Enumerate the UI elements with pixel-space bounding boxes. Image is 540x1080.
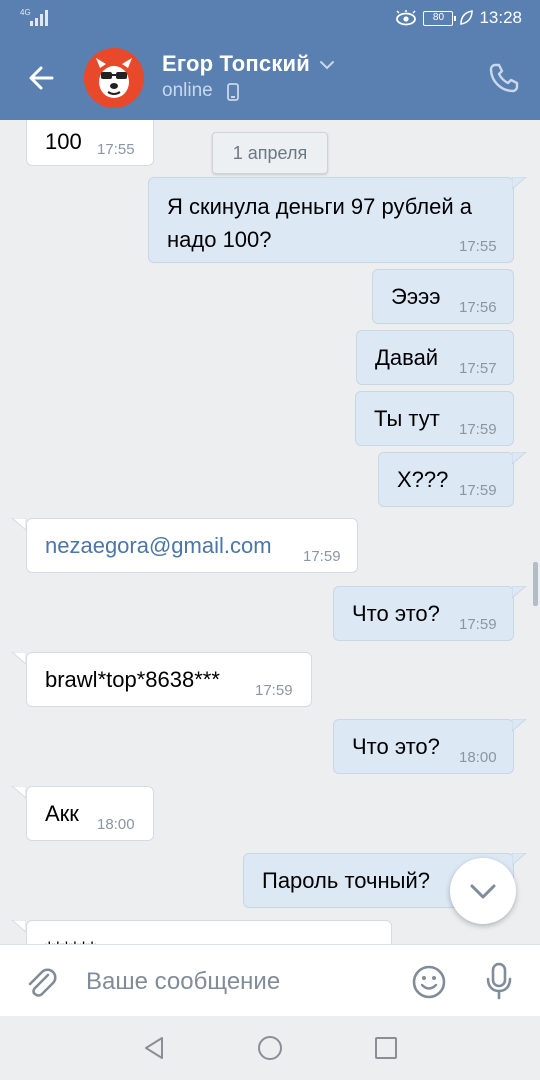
message-text: brawl*top*8638*** xyxy=(45,667,220,692)
message-time: 17:56 xyxy=(459,299,497,316)
message-composer xyxy=(0,944,540,1016)
message-outgoing[interactable]: Давай 17:57 xyxy=(356,330,514,385)
bubble-tail xyxy=(11,920,26,933)
bubble-tail xyxy=(512,452,527,465)
date-divider: 1 апреля xyxy=(212,132,328,174)
message-text: 100 xyxy=(45,129,82,154)
message-time: 17:59 xyxy=(303,548,341,565)
message-text: Ты тут xyxy=(374,406,440,431)
nav-back-icon[interactable] xyxy=(140,1034,168,1062)
bubble-tail xyxy=(11,786,26,799)
message-time: 17:55 xyxy=(459,238,497,255)
chevron-down-icon xyxy=(470,884,496,899)
dog-avatar-icon xyxy=(84,48,144,108)
message-time: 17:59 xyxy=(459,616,497,633)
message-incoming[interactable]: Акк 18:00 xyxy=(26,786,154,841)
emoji-icon[interactable] xyxy=(410,963,448,1001)
message-text: Х??? xyxy=(397,467,449,492)
message-list[interactable]: 100 17:55 1 апреля Я скинула деньги 97 р… xyxy=(0,120,540,944)
status-right: 80 13:28 xyxy=(395,6,522,30)
scrollbar-thumb[interactable] xyxy=(533,562,538,606)
message-text-line2: надо 100? xyxy=(167,227,272,252)
message-time: 18:00 xyxy=(97,816,135,833)
message-time: 18:00 xyxy=(459,749,497,766)
bubble-tail xyxy=(512,719,527,732)
status-bar: 4G 80 13:28 xyxy=(0,0,540,36)
message-text: Что это? xyxy=(352,601,440,626)
message-text-line1: Я скинула деньги 97 рублей а xyxy=(167,194,473,219)
online-status: online xyxy=(162,80,213,101)
system-navigation-bar xyxy=(0,1016,540,1080)
message-outgoing[interactable]: Ээээ 17:56 xyxy=(372,269,514,324)
leaf-icon xyxy=(460,10,474,25)
message-time: 17:59 xyxy=(255,682,293,699)
message-incoming[interactable]: 100 17:55 xyxy=(26,120,154,166)
message-text: Давай xyxy=(375,345,439,370)
nav-home-icon[interactable] xyxy=(256,1034,284,1062)
nav-recent-icon[interactable] xyxy=(372,1034,400,1062)
back-arrow-icon[interactable] xyxy=(22,58,62,98)
message-text: Что это? xyxy=(352,734,440,759)
microphone-icon[interactable] xyxy=(480,961,518,1001)
message-text: ****** xyxy=(45,933,96,944)
bubble-tail xyxy=(11,652,26,665)
bubble-tail xyxy=(512,177,527,190)
contact-name[interactable]: Егор Топский xyxy=(162,51,310,77)
bubble-tail xyxy=(11,518,26,531)
avatar[interactable] xyxy=(84,48,144,108)
message-incoming[interactable]: ****** xyxy=(26,920,392,944)
eye-comfort-icon xyxy=(396,10,417,26)
signal-indicator: 4G xyxy=(20,8,50,28)
message-text: Акк xyxy=(45,801,79,826)
battery-icon: 80 xyxy=(423,10,457,26)
scroll-to-bottom-button[interactable] xyxy=(450,858,516,924)
message-outgoing[interactable]: Что это? 18:00 xyxy=(333,719,514,774)
message-time: 17:59 xyxy=(459,482,497,499)
message-time: 17:55 xyxy=(97,141,135,158)
message-input[interactable] xyxy=(86,965,386,999)
signal-bars-icon xyxy=(30,10,48,26)
message-outgoing[interactable]: Я скинула деньги 97 рублей а надо 100? 1… xyxy=(148,177,514,263)
chevron-down-icon[interactable] xyxy=(318,56,336,74)
message-incoming[interactable]: brawl*top*8638*** 17:59 xyxy=(26,652,312,707)
message-outgoing[interactable]: Ты тут 17:59 xyxy=(355,391,514,446)
message-time: 17:57 xyxy=(459,360,497,377)
bubble-tail xyxy=(512,586,527,599)
message-time: 17:59 xyxy=(459,421,497,438)
chat-header: 4G 80 13:28 Егор Топский online xyxy=(0,0,540,120)
phone-call-icon[interactable] xyxy=(486,60,522,96)
paperclip-icon[interactable] xyxy=(22,963,60,1001)
mobile-device-icon xyxy=(227,83,239,101)
message-text: Ээээ xyxy=(391,284,441,309)
message-outgoing[interactable]: Х??? 17:59 xyxy=(378,452,514,507)
message-incoming[interactable]: nezaegora@gmail.com 17:59 xyxy=(26,518,358,573)
message-outgoing[interactable]: Что это? 17:59 xyxy=(333,586,514,641)
clock: 13:28 xyxy=(479,8,522,27)
email-link[interactable]: nezaegora@gmail.com xyxy=(45,529,272,562)
message-text: Пароль точный? xyxy=(262,868,430,893)
